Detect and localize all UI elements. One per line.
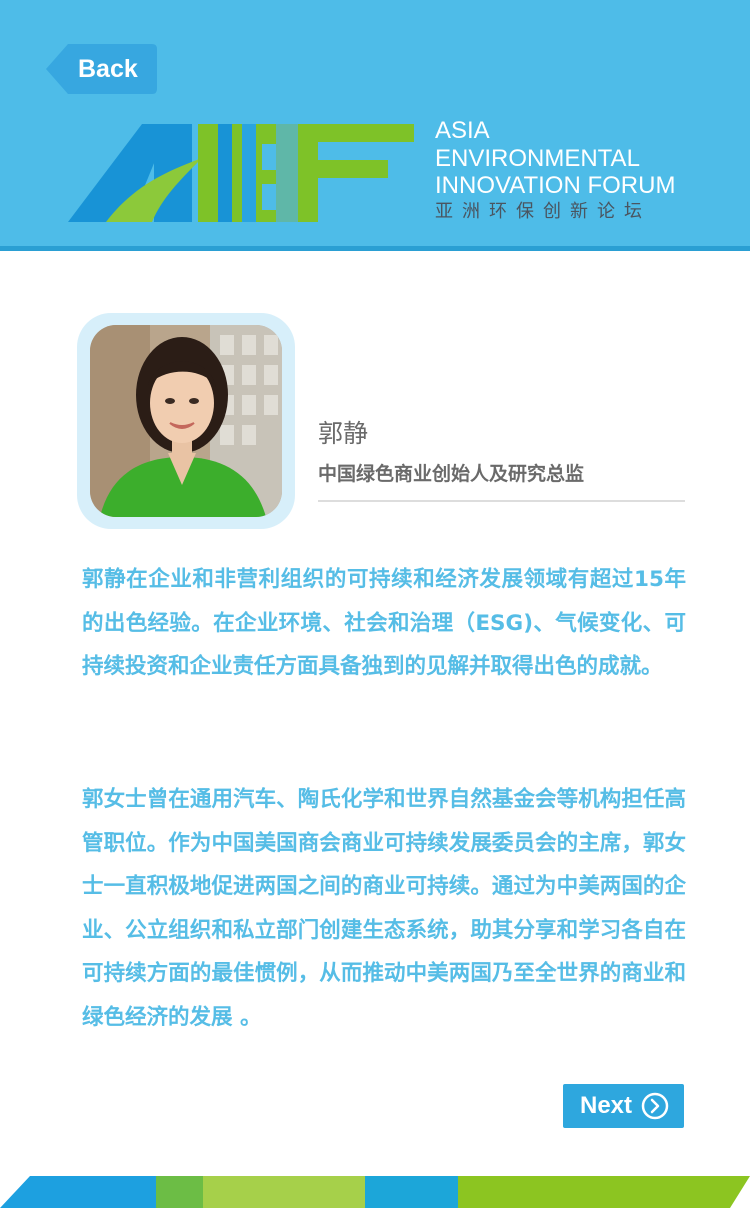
speaker-name: 郭静 [318,419,369,448]
speaker-title: 中国绿色商业创始人及研究总监 [318,463,585,485]
speaker-photo [90,325,282,517]
next-button[interactable]: Next [563,1084,684,1128]
logo-text-line-2: ENVIRONMENTAL [435,145,640,172]
chevron-right-circle-icon [641,1092,669,1120]
aeif-logo [68,124,414,222]
bio-paragraph-2: 郭女士曾在通用汽车、陶氏化学和世界自然基金会等机构担任高管职位。作为中国美国商会… [82,787,686,1030]
back-button[interactable]: Back [46,44,157,94]
footer-color-bar [0,1176,750,1208]
back-button-label: Back [78,55,138,83]
speaker-divider [318,500,685,502]
speaker-photo-frame [77,313,295,529]
logo-text-line-3: INNOVATION FORUM [435,172,676,199]
bio-paragraph-1: 郭静在企业和非营利组织的可持续和经济发展领域有超过15年的出色经验。在企业环境、… [82,567,686,679]
header: Back ASIA ENVIRONMENTAL INNOVATION FORUM… [0,0,750,246]
logo-chinese-text: 亚洲环保创新论坛 [435,201,651,222]
logo-text-line-1: ASIA [435,117,490,144]
header-divider [0,246,750,251]
next-button-label: Next [580,1092,633,1119]
